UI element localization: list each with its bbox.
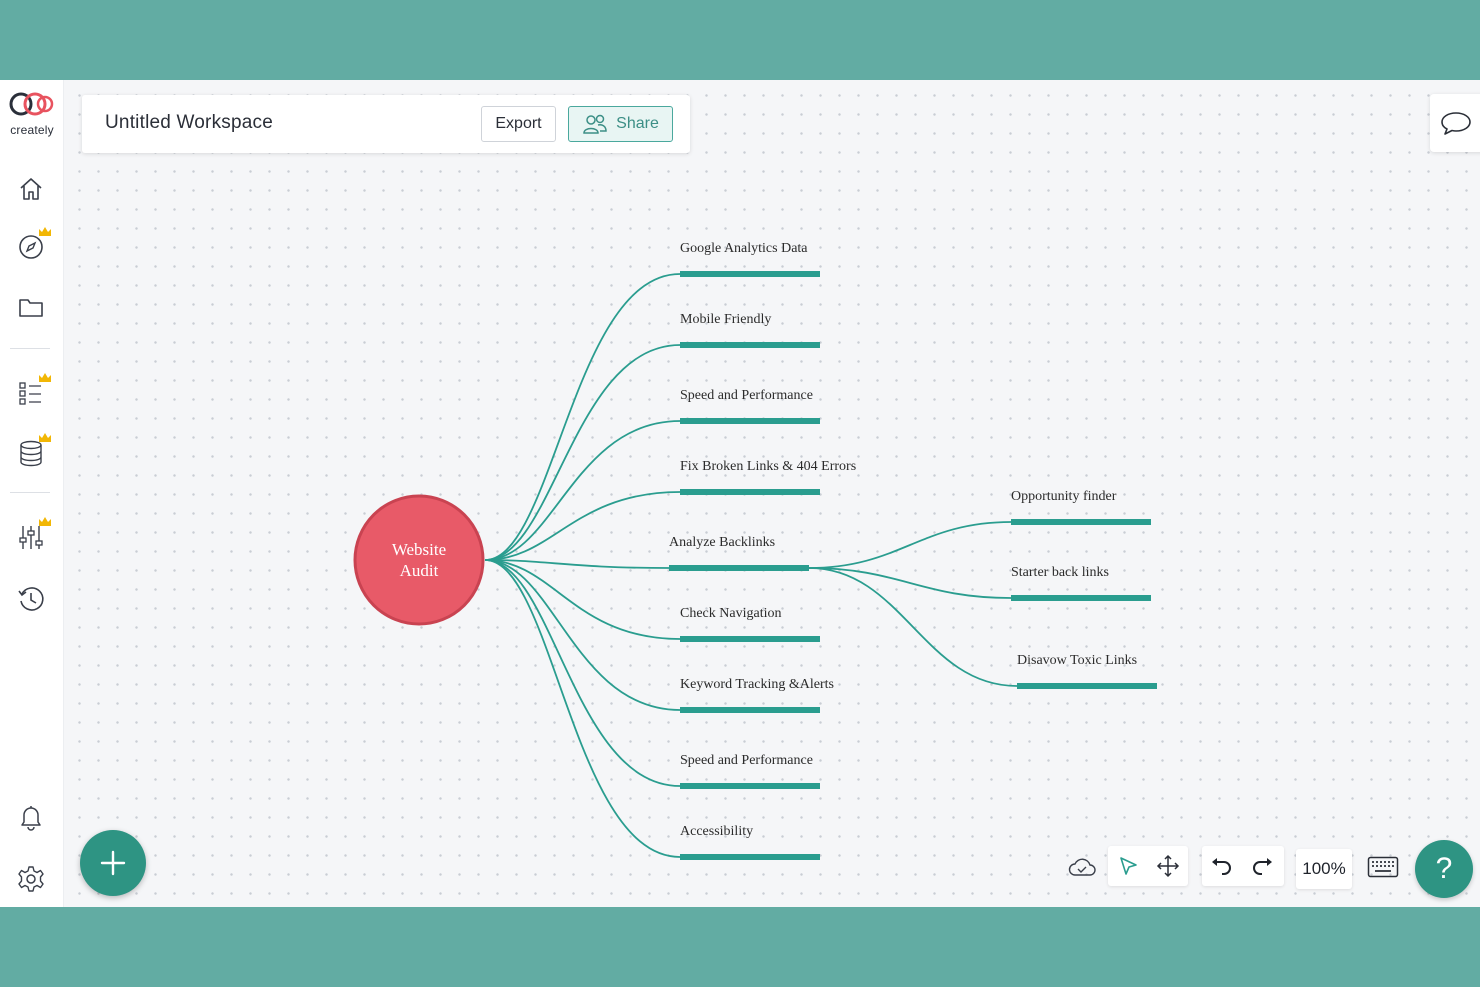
sidebar-item-explore[interactable]: [14, 227, 51, 264]
sidebar-item-settings[interactable]: [14, 862, 48, 896]
creately-logo-icon: [9, 92, 54, 116]
pan-tool-button[interactable]: [1148, 846, 1188, 886]
crown-icon: [39, 433, 51, 442]
sub-branch-label[interactable]: Starter back links: [1011, 565, 1109, 580]
branch-label[interactable]: Analyze Backlinks: [669, 535, 775, 550]
branch-label[interactable]: Fix Broken Links & 404 Errors: [680, 459, 856, 474]
share-button[interactable]: Share: [568, 106, 673, 142]
zoom-level[interactable]: 100%: [1296, 849, 1352, 889]
branch-connector: [484, 559, 681, 640]
sub-branch-label[interactable]: Disavow Toxic Links: [1017, 653, 1137, 668]
sidebar-item-home[interactable]: [14, 172, 48, 206]
export-button[interactable]: Export: [481, 106, 556, 142]
branch-label[interactable]: Keyword Tracking &Alerts: [680, 677, 834, 692]
add-shape-button[interactable]: [80, 830, 146, 896]
branch-connector: [484, 559, 681, 858]
tool-group-history: [1202, 846, 1284, 886]
compass-icon: [19, 235, 43, 259]
branch-connector: [484, 420, 681, 561]
workspace-title[interactable]: Untitled Workspace: [105, 112, 273, 134]
select-tool-button[interactable]: [1108, 846, 1148, 886]
sidebar-divider: [10, 348, 50, 349]
root-node-label: Audit: [400, 561, 439, 580]
help-button[interactable]: ?: [1415, 840, 1473, 898]
branch-label[interactable]: Speed and Performance: [680, 388, 813, 403]
share-label: Share: [616, 115, 659, 132]
gear-icon: [18, 866, 44, 892]
crown-icon: [39, 373, 51, 382]
sidebar-item-folders[interactable]: [14, 290, 48, 324]
comment-icon: [1441, 112, 1471, 135]
history-icon: [18, 587, 44, 611]
creately-logo[interactable]: creately: [4, 90, 60, 137]
pointer-icon: [1120, 857, 1137, 875]
plus-icon: [100, 850, 126, 876]
undo-icon: [1212, 858, 1231, 875]
keyboard-shortcuts-button[interactable]: [1364, 852, 1402, 882]
branch-connector: [484, 559, 681, 787]
app-window: Website Audit Google Analytics Data Mobile …: [0, 80, 1480, 907]
workspace-header: Untitled Workspace Export Share: [82, 95, 690, 153]
branch-label[interactable]: Google Analytics Data: [680, 241, 808, 256]
branch-label[interactable]: Mobile Friendly: [680, 312, 771, 327]
cloud-check-icon: [1068, 858, 1096, 876]
bell-icon: [21, 806, 41, 831]
sidebar-item-notifications[interactable]: [14, 800, 48, 834]
branch-label[interactable]: Speed and Performance: [680, 753, 813, 768]
branch-label[interactable]: Check Navigation: [680, 606, 781, 621]
move-icon: [1156, 854, 1180, 878]
sidebar-item-tasks[interactable]: [14, 373, 51, 410]
branch-connector: [484, 559, 681, 711]
sidebar-item-settings-panel[interactable]: [14, 517, 51, 554]
users-icon: [583, 114, 607, 134]
tool-group-select: [1108, 846, 1188, 886]
redo-button[interactable]: [1242, 846, 1282, 886]
cloud-sync-button[interactable]: [1064, 852, 1100, 882]
sub-branch-connector: [808, 567, 1018, 687]
sidebar-item-data[interactable]: [14, 433, 51, 470]
redo-icon: [1253, 858, 1272, 875]
undo-button[interactable]: [1202, 846, 1242, 886]
folder-icon: [19, 299, 43, 317]
sub-branch-label[interactable]: Opportunity finder: [1011, 489, 1117, 504]
crown-icon: [39, 517, 51, 526]
mindmap[interactable]: Website Audit Google Analytics Data Mobile …: [0, 80, 1480, 907]
left-sidebar: creately: [0, 80, 64, 907]
root-node[interactable]: [353, 494, 485, 626]
root-node-label: Website: [392, 540, 446, 559]
brand-name: creately: [10, 123, 54, 137]
home-icon: [20, 178, 42, 200]
keyboard-icon: [1367, 856, 1399, 878]
crown-icon: [39, 227, 51, 236]
comments-button[interactable]: [1430, 94, 1480, 152]
branch-connector: [484, 344, 681, 561]
sidebar-divider: [10, 492, 50, 493]
branch-label[interactable]: Accessibility: [680, 824, 753, 839]
sub-branch-connector: [808, 521, 1012, 569]
sidebar-item-history[interactable]: [14, 582, 48, 616]
